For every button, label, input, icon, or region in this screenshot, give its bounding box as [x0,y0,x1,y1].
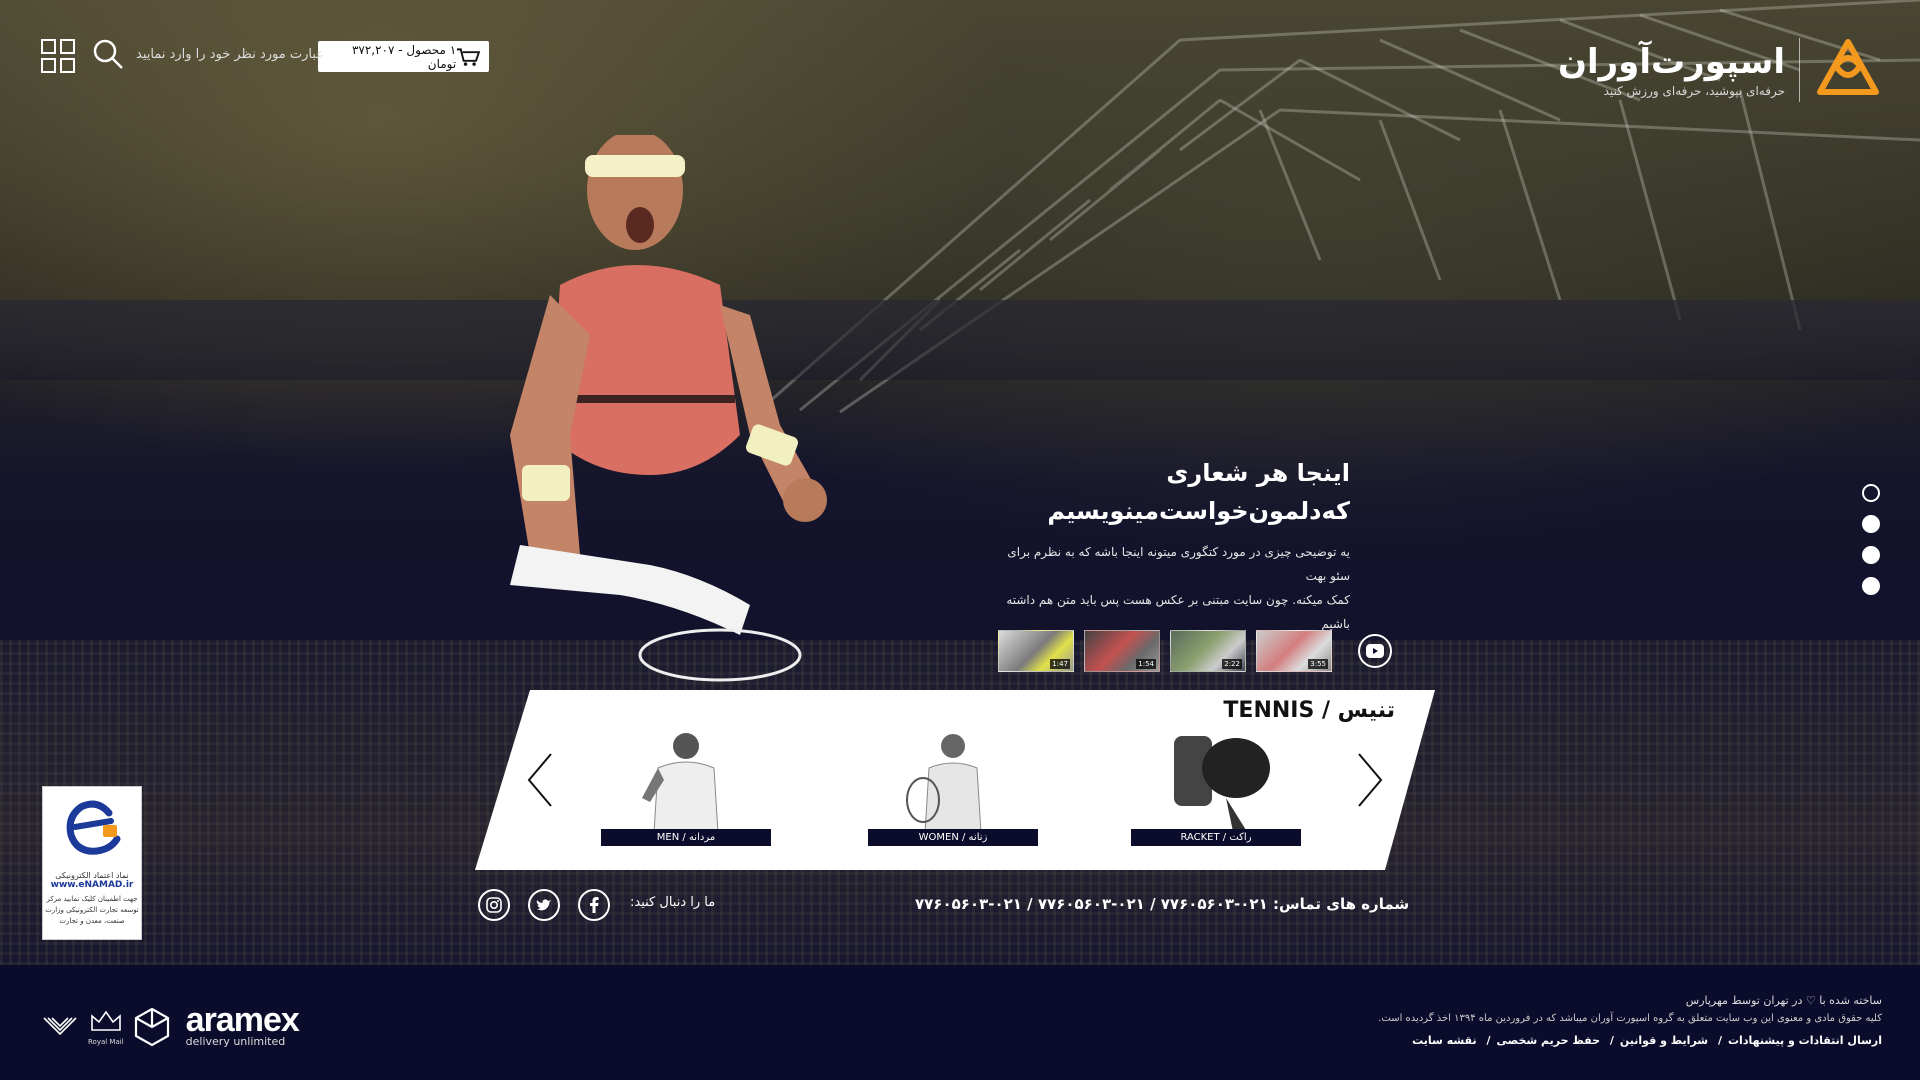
search-input[interactable]: عبارت مورد نظر خود را وارد نمایید [136,47,324,62]
video-duration: 2:22 [1222,659,1242,669]
category-women[interactable]: زنانه / WOMEN [868,728,1038,846]
slogan-description-2: کمک میکنه. چون سایت مبتنی بر عکس هست پس … [1006,593,1350,631]
aramex-tagline: delivery unlimited [185,1035,286,1048]
cart-icon [457,47,481,66]
menu-grid-icon[interactable] [41,39,75,73]
aramex-cube-icon [134,1007,169,1046]
footer-links: ارسال انتقادات و پیشنهادات / شرایط و قوان… [1378,1034,1882,1047]
site-logo[interactable]: اسپورت‌آوران حرفه‌ای بپوشید، حرفه‌ای ورز… [1558,36,1882,104]
instagram-icon [486,897,502,913]
search-bar[interactable]: عبارت مورد نظر خود را وارد نمایید [92,38,324,70]
crown-icon [91,1010,121,1031]
contact-phones: شماره های تماس: ۰۲۱-۷۷۶۰۵۶۰۳ / ۰۲۱-۷۷۶۰۵… [915,895,1410,913]
enamad-text: جهت اطمینان کلیک نمایید مرکز توسعه تجارت… [45,895,139,925]
footer-link-terms[interactable]: شرایط و قوانین [1620,1034,1708,1047]
footer: ساخته شده با ♡ در تهران توسط مهرپارس کلی… [0,965,1920,1080]
video-thumbnails: 1:47 1:54 2:22 3:55 [998,630,1392,672]
enamad-title: نماد اعتماد الکترونیکی [55,871,129,880]
copyright-text: کلیه حقوق مادی و معنوی این وب سایت متعلق… [1378,1013,1882,1024]
category-title: تنیس / TENNIS [1223,698,1395,723]
video-thumb-1[interactable]: 1:47 [998,630,1074,672]
post-logo-icon [43,1016,77,1035]
youtube-button[interactable] [1358,634,1392,668]
logo-title: اسپورت‌آوران [1557,42,1786,82]
cart-button[interactable]: ۱ محصول - ۳۷۲,۲۰۷ تومان [318,41,489,72]
slogan-line-2: که‌دلمون‌خواست‌مینویسیم [1047,497,1350,525]
video-thumb-4[interactable]: 3:55 [1256,630,1332,672]
video-duration: 3:55 [1308,659,1328,669]
link-separator: / [1486,1034,1491,1047]
category-men[interactable]: مردانه / MEN [601,728,771,846]
slider-dot-2[interactable] [1862,515,1880,533]
royal-mail-text: Royal Mail [88,1037,124,1046]
category-panel: تنیس / TENNIS مردانه / MEN زنانه / WOMEN… [475,690,1435,870]
instagram-button[interactable] [478,889,510,921]
slogan-line-1: اینجا هر شعاری [1166,459,1350,487]
twitter-button[interactable] [528,889,560,921]
aramex-name: aramex [185,1001,300,1039]
slider-pagination [1862,484,1880,595]
hero-slogan: اینجا هر شعاری که‌دلمون‌خواست‌مینویسیم ی… [990,454,1350,636]
link-separator: / [1717,1034,1722,1047]
footer-link-sitemap[interactable]: نقشه سایت [1412,1034,1476,1047]
stands-band [0,300,1920,380]
follow-label: ما را دنبال کنید: [630,895,716,910]
youtube-icon [1366,644,1384,658]
cart-summary: ۱ محصول - ۳۷۲,۲۰۷ تومان [351,42,457,71]
category-men-label: مردانه / MEN [601,829,771,846]
category-racket-label: راکت / RACKET [1131,829,1301,846]
enamad-site: www.eNAMAD.ir [50,880,134,890]
facebook-button[interactable] [578,889,610,921]
video-duration: 1:47 [1050,659,1070,669]
enamad-trust-badge[interactable]: نماد اعتماد الکترونیکی www.eNAMAD.ir جهت… [42,786,142,940]
logo-tagline: حرفه‌ای بپوشید، حرفه‌ای ورزش کنید [1603,84,1785,98]
shipping-partners: Royal Mail aramex delivery unlimited [42,1001,300,1048]
video-thumb-2[interactable]: 1:54 [1084,630,1160,672]
men-player-image [642,733,719,833]
made-by-text: ساخته شده با ♡ در تهران توسط مهرپارس [1685,994,1882,1007]
slider-dot-1[interactable] [1862,484,1880,502]
slogan-description-1: یه توضیحی چیزی در مورد کتگوری میتونه این… [1007,545,1350,583]
social-links [478,889,610,921]
women-player-image [906,734,982,833]
search-icon[interactable] [92,38,124,70]
link-separator: / [1609,1034,1614,1047]
carousel-next-arrow-icon[interactable] [1355,752,1385,808]
footer-link-privacy[interactable]: حفظ حریم شخصی [1496,1034,1600,1047]
video-thumb-3[interactable]: 2:22 [1170,630,1246,672]
hero-player-image [510,135,827,682]
logo-mark-icon [1817,39,1879,95]
royal-mail-logo: Royal Mail [88,1008,124,1046]
category-racket[interactable]: راکت / RACKET [1131,728,1301,846]
twitter-icon [536,899,551,911]
carousel-prev-arrow-icon[interactable] [525,752,555,808]
footer-link-feedback[interactable]: ارسال انتقادات و پیشنهادات [1728,1034,1882,1047]
footer-info: ساخته شده با ♡ در تهران توسط مهرپارس کلی… [1378,994,1882,1047]
logo-divider [1799,38,1800,102]
slider-dot-4[interactable] [1862,577,1880,595]
video-duration: 1:54 [1136,659,1156,669]
aramex-logo: aramex delivery unlimited [185,1001,300,1048]
slider-dot-3[interactable] [1862,546,1880,564]
facebook-icon [590,897,599,913]
enamad-logo-icon [66,800,121,855]
category-women-label: زنانه / WOMEN [868,829,1038,846]
